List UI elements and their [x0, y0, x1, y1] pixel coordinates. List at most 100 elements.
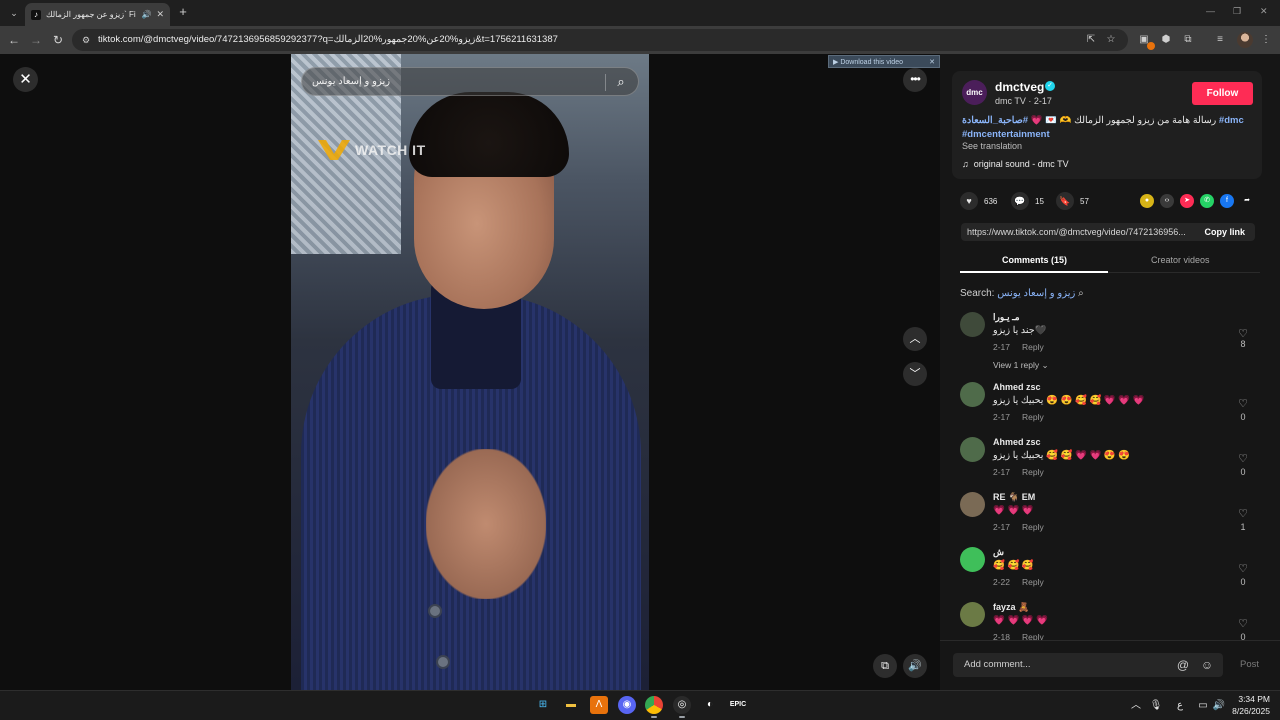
avatar[interactable] — [960, 312, 985, 337]
close-window-button[interactable]: ✕ — [1260, 6, 1268, 17]
next-video-button[interactable]: ﹀ — [903, 362, 927, 386]
mention-icon[interactable]: @ — [1175, 657, 1191, 673]
app-icon[interactable]: Λ — [590, 696, 608, 714]
volume-icon[interactable]: 🔊 — [903, 654, 927, 678]
facebook-icon[interactable]: f — [1220, 194, 1234, 208]
hashtag-link[interactable]: #dmcentertainment — [962, 129, 1050, 140]
reply-button[interactable]: Reply — [1022, 577, 1044, 587]
clock-date[interactable]: 8/26/2025 — [1230, 706, 1270, 716]
heart-icon[interactable]: ♡ — [1236, 617, 1250, 630]
media-control-icon[interactable]: ≡ — [1212, 32, 1228, 48]
extension-shield-icon[interactable]: ⬢ — [1158, 32, 1174, 48]
comment-author[interactable]: مـ يـورا — [993, 312, 1020, 323]
close-icon[interactable]: ✕ — [156, 9, 164, 20]
site-info-icon[interactable]: ⚙ — [80, 34, 92, 46]
channel-name[interactable]: dmctveg — [995, 80, 1044, 94]
reply-button[interactable]: Reply — [1022, 467, 1044, 477]
steam-icon[interactable]: ◐ — [701, 696, 719, 714]
back-button[interactable]: ← — [6, 32, 22, 48]
sound-label[interactable]: original sound - dmc TV — [974, 159, 1069, 169]
clock-time[interactable]: 3:34 PM — [1238, 694, 1270, 704]
microphone-icon[interactable]: 🎙 — [1149, 699, 1163, 713]
new-tab-button[interactable]: + — [176, 5, 190, 19]
extension-icon[interactable]: ▣ — [1136, 32, 1155, 50]
reload-button[interactable]: ↻ — [50, 32, 66, 48]
tab-search-button[interactable]: ⌄ — [5, 4, 23, 22]
avatar[interactable] — [960, 437, 985, 462]
maximize-button[interactable]: ❐ — [1233, 6, 1241, 17]
view-replies-button[interactable]: View 1 reply ⌄ — [993, 360, 1049, 371]
download-video-bar[interactable]: ▶ Download this video ✕ — [828, 55, 940, 68]
heart-icon[interactable]: ♡ — [1236, 562, 1250, 575]
post-button[interactable]: Post — [1240, 659, 1259, 670]
chevron-up-icon[interactable]: ︿ — [1129, 699, 1143, 713]
url-text[interactable]: tiktok.com/@dmctveg/video/74721369568592… — [98, 34, 558, 45]
volume-icon[interactable]: 🔊 — [1212, 699, 1226, 713]
search-icon[interactable]: ⌕ — [613, 74, 629, 90]
address-bar[interactable]: ⚙ tiktok.com/@dmctveg/video/747213695685… — [72, 29, 1128, 51]
reply-button[interactable]: Reply — [1022, 342, 1044, 352]
profile-avatar[interactable] — [1237, 32, 1253, 48]
heart-icon[interactable]: ♡ — [1236, 452, 1250, 465]
search-input[interactable]: زيزو و إسعاد يونس — [312, 76, 390, 87]
comment-input[interactable]: Add comment... @ ☺ — [953, 653, 1223, 677]
comment-author[interactable]: Ahmed zsc — [993, 437, 1041, 447]
close-video-button[interactable]: ✕ — [13, 67, 38, 92]
speaker-icon[interactable]: 🔊 — [141, 10, 151, 19]
share-link-box[interactable]: https://www.tiktok.com/@dmctveg/video/74… — [961, 223, 1255, 241]
comment-input-placeholder[interactable]: Add comment... — [964, 659, 1031, 670]
comment-author[interactable]: ش — [993, 547, 1004, 558]
see-translation-link[interactable]: See translation — [962, 141, 1022, 151]
network-icon[interactable]: ▭ — [1196, 699, 1210, 713]
heart-icon[interactable]: ♡ — [1236, 507, 1250, 520]
minimize-button[interactable]: — — [1206, 6, 1215, 16]
avatar[interactable] — [960, 547, 985, 572]
floating-player-icon[interactable]: ⧉ — [873, 654, 897, 678]
whatsapp-icon[interactable]: ✆ — [1200, 194, 1214, 208]
tab-comments[interactable]: Comments (15) — [1002, 255, 1067, 265]
reply-button[interactable]: Reply — [1022, 522, 1044, 532]
close-icon[interactable]: ✕ — [929, 58, 935, 66]
reply-button[interactable]: Reply — [1022, 632, 1044, 640]
avatar[interactable] — [960, 382, 985, 407]
coin-icon[interactable]: ● — [1140, 194, 1154, 208]
heart-icon[interactable]: ♥ — [960, 192, 978, 210]
install-app-icon[interactable]: ⇱ — [1084, 33, 1098, 47]
comment-author[interactable]: Ahmed zsc — [993, 382, 1041, 392]
tab-active[interactable]: ♪ زيزو عن جمهور الزمالك` Find 🔊 ✕ — [25, 3, 170, 26]
epic-games-icon[interactable]: EPIC — [729, 696, 747, 714]
share-link[interactable]: https://www.tiktok.com/@dmctveg/video/74… — [967, 227, 1195, 237]
previous-video-button[interactable]: ︿ — [903, 327, 927, 351]
comment-icon[interactable]: 💬 — [1011, 192, 1029, 210]
download-video-label[interactable]: ▶ Download this video — [833, 58, 903, 66]
comment-stat[interactable]: 💬 15 — [1011, 192, 1044, 210]
forward-button[interactable]: → — [28, 32, 44, 48]
more-options-button[interactable]: ••• — [903, 68, 927, 92]
bookmark-star-icon[interactable]: ☆ — [1104, 33, 1118, 47]
file-explorer-icon[interactable]: ▬ — [562, 696, 580, 714]
sound-link[interactable]: ♫ original sound - dmc TV — [962, 159, 1069, 169]
windows-start-icon[interactable]: ⊞ — [534, 696, 552, 714]
chrome-icon[interactable] — [645, 696, 663, 718]
copy-link-button[interactable]: Copy link — [1204, 227, 1245, 237]
save-stat[interactable]: 🔖 57 — [1056, 192, 1089, 210]
emoji-icon[interactable]: ☺ — [1199, 657, 1215, 673]
avatar[interactable] — [960, 602, 985, 627]
video-search-bar[interactable]: زيزو و إسعاد يونس ⌕ — [301, 67, 639, 96]
language-indicator[interactable]: ع — [1173, 699, 1187, 713]
avatar[interactable]: dmc — [962, 80, 987, 105]
comment-author[interactable]: fayza 🧸 — [993, 602, 1029, 613]
menu-kebab-icon[interactable]: ⋮ — [1258, 32, 1274, 48]
share-arrow-icon[interactable]: ➦ — [1240, 194, 1254, 208]
embed-icon[interactable]: ‹› — [1160, 194, 1174, 208]
like-stat[interactable]: ♥ 636 — [960, 192, 997, 210]
tab-creator-videos[interactable]: Creator videos — [1151, 255, 1210, 265]
follow-button[interactable]: Follow — [1192, 82, 1253, 105]
search-query-link[interactable]: زيزو و إسعاد يونس — [997, 288, 1075, 299]
search-suggestion[interactable]: Search: زيزو و إسعاد يونس ⌕ — [960, 288, 1084, 299]
avatar[interactable] — [960, 492, 985, 517]
bookmark-icon[interactable]: 🔖 — [1056, 192, 1074, 210]
heart-icon[interactable]: ♡ — [1236, 397, 1250, 410]
app-icon[interactable]: ◎ — [673, 696, 691, 718]
discord-icon[interactable]: ◉ — [618, 696, 636, 714]
